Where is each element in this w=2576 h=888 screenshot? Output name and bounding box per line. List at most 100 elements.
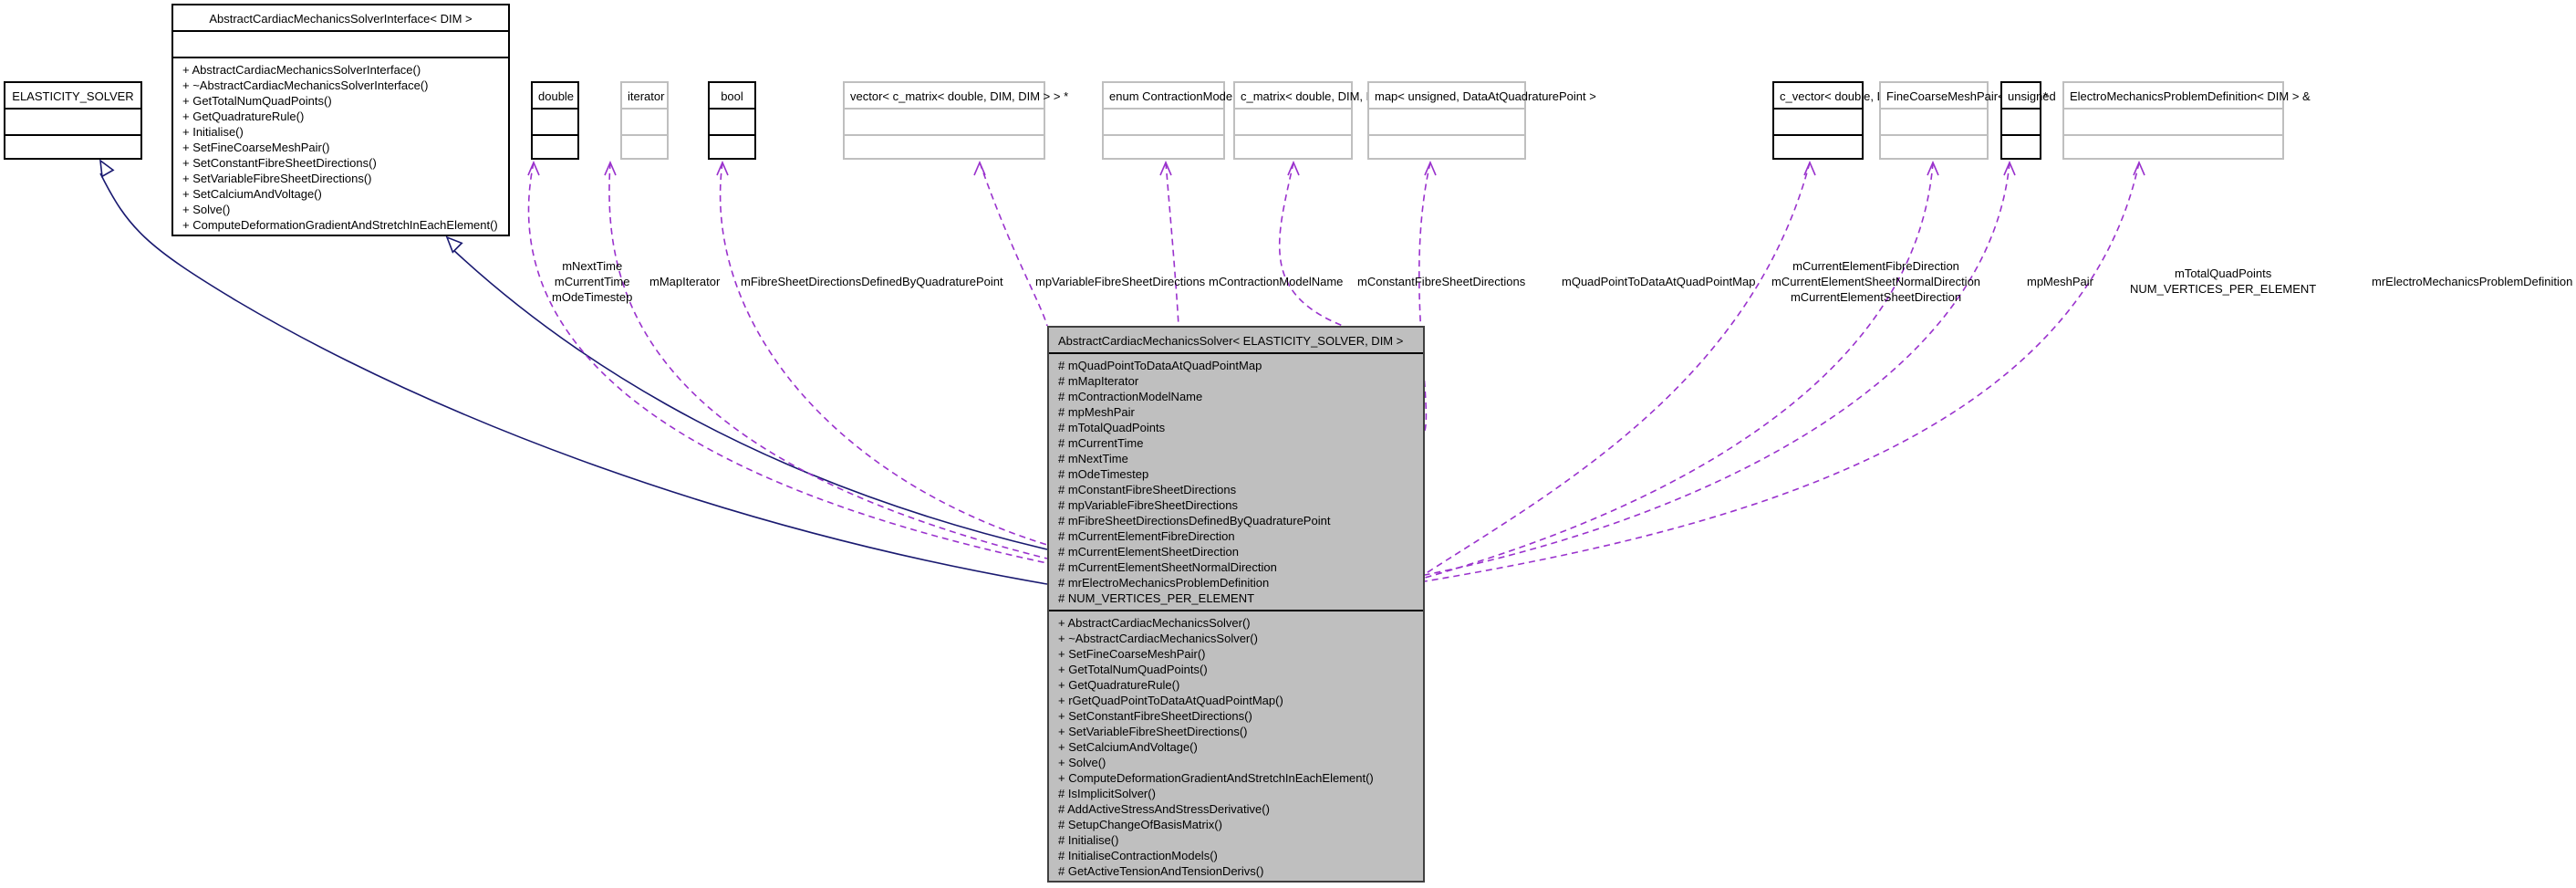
attribute-item[interactable]: # mQuadPointToDataAtQuadPointMap — [1058, 358, 1416, 373]
edge-label: mQuadPointToDataAtQuadPointMap — [1562, 274, 1755, 289]
usage-edge — [527, 162, 1048, 564]
type-box[interactable]: vector< c_matrix< double, DIM, DIM > > * — [843, 81, 1068, 162]
edge-label: mMapIterator — [649, 274, 720, 289]
method-item[interactable]: + ~AbstractCardiacMechanicsSolver() — [1058, 631, 1416, 646]
inheritance-edge — [451, 247, 1048, 550]
attribute-item[interactable]: # NUM_VERTICES_PER_ELEMENT — [1058, 590, 1416, 606]
class-box-solver-interface[interactable]: AbstractCardiacMechanicsSolverInterface<… — [171, 4, 510, 236]
attributes-section — [533, 110, 577, 136]
method-item[interactable]: # GetActiveTensionAndTensionDerivs() — [1058, 863, 1416, 879]
method-item[interactable]: + GetQuadratureRule() — [182, 109, 501, 124]
attributes-section — [845, 110, 1044, 136]
attribute-item[interactable]: # mOdeTimestep — [1058, 466, 1416, 482]
method-item[interactable]: + ~AbstractCardiacMechanicsSolverInterfa… — [182, 78, 501, 93]
edge-label: mTotalQuadPoints NUM_VERTICES_PER_ELEMENT — [2130, 266, 2316, 297]
method-item[interactable]: + Initialise() — [182, 124, 501, 140]
method-item[interactable]: + SetVariableFibreSheetDirections() — [182, 171, 501, 186]
method-item[interactable]: + SetFineCoarseMeshPair() — [1058, 646, 1416, 662]
attributes-section — [710, 110, 754, 136]
attribute-item[interactable]: # mTotalQuadPoints — [1058, 420, 1416, 435]
methods-section — [2002, 136, 2040, 162]
type-title: ElectroMechanicsProblemDefinition< DIM >… — [2064, 83, 2311, 110]
type-box[interactable]: iterator — [620, 81, 669, 160]
attribute-item[interactable]: # mCurrentElementSheetNormalDirection — [1058, 559, 1416, 575]
type-box[interactable]: c_matrix< double, DIM, DIM > — [1233, 81, 1398, 160]
methods-section — [1881, 136, 1987, 162]
edge-label-line: mpMeshPair — [2027, 275, 2093, 288]
method-item[interactable]: + GetQuadratureRule() — [1058, 677, 1416, 693]
type-title: c_vector< double, DIM > — [1774, 83, 1909, 110]
usage-edge — [1278, 162, 1344, 327]
methods-section — [1774, 136, 1862, 162]
inheritance-arrowhead — [445, 235, 463, 254]
edge-label-line: mContractionModelName — [1209, 275, 1344, 288]
class-title: ELASTICITY_SOLVER — [5, 83, 140, 110]
type-box[interactable]: ElectroMechanicsProblemDefinition< DIM >… — [2062, 81, 2311, 160]
type-box[interactable]: unsigned — [2000, 81, 2056, 162]
edge-label-line: mQuadPointToDataAtQuadPointMap — [1562, 275, 1756, 288]
attribute-item[interactable]: # mContractionModelName — [1058, 389, 1416, 404]
methods-section — [845, 136, 1044, 162]
method-item[interactable]: + AbstractCardiacMechanicsSolver() — [1058, 615, 1416, 631]
attribute-item[interactable]: # mrElectroMechanicsProblemDefinition — [1058, 575, 1416, 590]
attributes-section — [622, 110, 667, 136]
attributes-section — [1235, 110, 1351, 136]
method-item[interactable]: # IsImplicitSolver() — [1058, 786, 1416, 801]
class-box-elasticity-solver[interactable]: ELASTICITY_SOLVER — [4, 81, 142, 160]
method-item[interactable]: + Solve() — [1058, 755, 1416, 770]
type-title: FineCoarseMeshPair< DIM > * — [1881, 83, 2048, 110]
type-box[interactable]: double — [531, 81, 579, 160]
method-item[interactable]: + rGetQuadPointToDataAtQuadPointMap() — [1058, 693, 1416, 708]
attribute-item[interactable]: # mConstantFibreSheetDirections — [1058, 482, 1416, 497]
method-item[interactable]: + SetCalciumAndVoltage() — [182, 186, 501, 202]
method-item[interactable]: + SetFineCoarseMeshPair() — [182, 140, 501, 155]
method-item[interactable]: + GetTotalNumQuadPoints() — [1058, 662, 1416, 677]
type-box[interactable]: map< unsigned, DataAtQuadraturePoint > — [1367, 81, 1596, 160]
method-item[interactable]: + Solve() — [182, 202, 501, 217]
method-item[interactable]: # Initialise() — [1058, 832, 1416, 848]
attribute-item[interactable]: # mpVariableFibreSheetDirections — [1058, 497, 1416, 513]
method-item[interactable]: # SetupChangeOfBasisMatrix() — [1058, 817, 1416, 832]
usage-edge — [1424, 162, 1934, 579]
edge-label: mFibreSheetDirectionsDefinedByQuadrature… — [741, 274, 1003, 289]
edge-label-line: mTotalQuadPoints — [2174, 266, 2272, 280]
attribute-item[interactable]: # mFibreSheetDirectionsDefinedByQuadratu… — [1058, 513, 1416, 528]
attribute-item[interactable]: # mCurrentTime — [1058, 435, 1416, 451]
edge-label: mContractionModelName — [1209, 274, 1343, 289]
type-box[interactable]: c_vector< double, DIM > — [1772, 81, 1909, 162]
method-item[interactable]: # AddActiveStressAndStressDerivative() — [1058, 801, 1416, 817]
method-item[interactable]: + ComputeDeformationGradientAndStretchIn… — [182, 217, 501, 233]
methods-section: + AbstractCardiacMechanicsSolver() + ~Abs… — [1049, 611, 1423, 883]
method-item[interactable]: + SetConstantFibreSheetDirections() — [1058, 708, 1416, 724]
class-box-abstract-cardiac-mechanics-solver[interactable]: AbstractCardiacMechanicsSolver< ELASTICI… — [1047, 326, 1425, 883]
edge-label: mNextTime mCurrentTime mOdeTimestep — [552, 258, 632, 305]
type-title: enum ContractionModelName_ — [1104, 83, 1273, 110]
attributes-section — [1104, 110, 1223, 136]
attribute-item[interactable]: # mCurrentElementSheetDirection — [1058, 544, 1416, 559]
attribute-item[interactable]: # mCurrentElementFibreDirection — [1058, 528, 1416, 544]
methods-section — [710, 136, 754, 162]
method-item[interactable]: + AbstractCardiacMechanicsSolverInterfac… — [182, 62, 501, 78]
method-item[interactable]: # InitialiseContractionModels() — [1058, 848, 1416, 863]
method-item[interactable]: + ComputeDeformationGradientAndStretchIn… — [1058, 770, 1416, 786]
type-box[interactable]: bool — [708, 81, 756, 160]
attribute-item[interactable]: # mNextTime — [1058, 451, 1416, 466]
type-title: vector< c_matrix< double, DIM, DIM > > * — [845, 83, 1068, 110]
method-item[interactable]: + SetVariableFibreSheetDirections() — [1058, 724, 1416, 739]
usage-edge — [1424, 162, 1811, 575]
method-item[interactable]: + GetTotalNumQuadPoints() — [182, 93, 501, 109]
type-title: double — [533, 83, 577, 110]
usage-edge — [979, 162, 1048, 327]
method-item[interactable]: + SetConstantFibreSheetDirections() — [182, 155, 501, 171]
class-title: AbstractCardiacMechanicsSolverInterface<… — [173, 5, 508, 32]
edge-label-line: mrElectroMechanicsProblemDefinition — [2372, 275, 2573, 288]
attribute-item[interactable]: # mMapIterator — [1058, 373, 1416, 389]
method-item[interactable]: + SetCalciumAndVoltage() — [1058, 739, 1416, 755]
methods-section — [1104, 136, 1223, 162]
type-box[interactable]: FineCoarseMeshPair< DIM > * — [1879, 81, 2048, 162]
type-box[interactable]: enum ContractionModelName_ — [1102, 81, 1273, 162]
attribute-item[interactable]: # mpMeshPair — [1058, 404, 1416, 420]
methods-section — [5, 136, 140, 162]
methods-section — [622, 136, 667, 162]
edge-label: mConstantFibreSheetDirections — [1357, 274, 1525, 289]
